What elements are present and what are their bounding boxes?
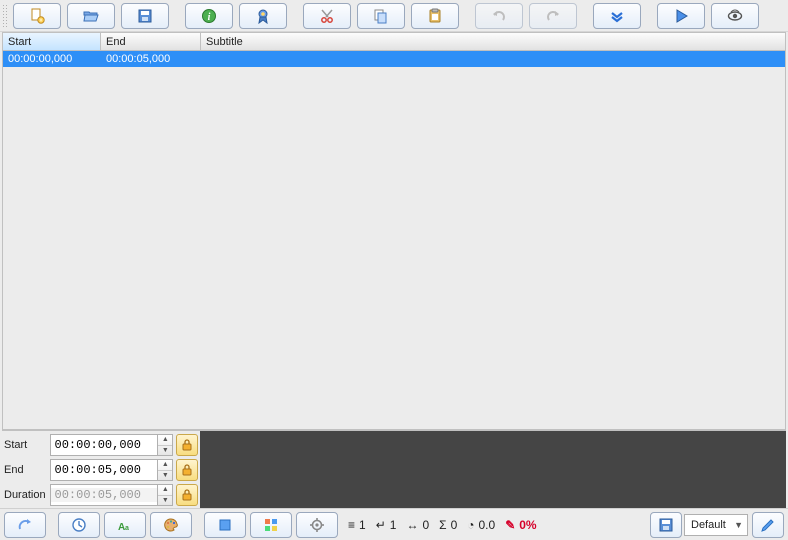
palette-icon [163, 517, 179, 533]
grid-header: Start End Subtitle [3, 33, 785, 51]
end-label: End [4, 464, 50, 476]
expand-icon [609, 8, 625, 24]
video-preview[interactable] [200, 431, 786, 508]
end-lock-button[interactable] [176, 459, 198, 481]
bottom-bar: Aa ≡ 1 ↵ 1 ↔ 0 Σ0 ◔ 0.0 ✎ 0% Default ▼ [0, 508, 788, 540]
settings-button[interactable] [296, 512, 338, 538]
copy-button[interactable] [357, 3, 405, 29]
font-button[interactable]: Aa [104, 512, 146, 538]
copy-icon [373, 8, 389, 24]
sigma-icon: Σ [439, 518, 446, 532]
style-dropdown[interactable]: Default ▼ [684, 514, 748, 536]
cell-subtitle [201, 51, 785, 67]
lower-panel: Start ▲▼ End ▲▼ Duration ▲▼ [2, 430, 786, 508]
lines-icon: ≡ [348, 518, 355, 532]
info-icon: i [201, 8, 217, 24]
grid-body[interactable]: 00:00:00,000 00:00:05,000 [3, 51, 785, 429]
end-time-input[interactable] [51, 463, 158, 477]
preview-button[interactable] [711, 3, 759, 29]
edit-style-button[interactable] [752, 512, 784, 538]
clock-icon [71, 517, 87, 533]
ribbon-icon [255, 8, 271, 24]
box-icon [217, 517, 233, 533]
new-file-button[interactable] [13, 3, 61, 29]
toolbar-grip[interactable] [2, 4, 8, 28]
svg-text:i: i [208, 12, 211, 23]
paste-button[interactable] [411, 3, 459, 29]
open-file-button[interactable] [67, 3, 115, 29]
main-toolbar: i [0, 0, 788, 32]
folder-open-icon [83, 8, 99, 24]
timer-icon: ◔ [467, 518, 474, 532]
eye-icon [727, 8, 743, 24]
cell-start: 00:00:00,000 [3, 51, 101, 67]
cut-button[interactable] [303, 3, 351, 29]
redo-button[interactable] [529, 3, 577, 29]
table-row[interactable]: 00:00:00,000 00:00:05,000 [3, 51, 785, 67]
colors-button[interactable] [150, 512, 192, 538]
character-button[interactable] [239, 3, 287, 29]
pencil-icon [760, 517, 776, 533]
error-icon: ✎ [505, 518, 515, 532]
time-panel: Start ▲▼ End ▲▼ Duration ▲▼ [2, 431, 200, 508]
font-icon: Aa [117, 517, 133, 533]
undo-button[interactable] [475, 3, 523, 29]
paste-icon [427, 8, 443, 24]
end-time-field[interactable] [50, 459, 159, 481]
grid-icon [263, 517, 279, 533]
info-button[interactable]: i [185, 3, 233, 29]
save-style-button[interactable] [650, 512, 682, 538]
chevron-down-icon: ▼ [734, 520, 743, 530]
duration-time-input [51, 488, 158, 502]
undo-icon [491, 8, 507, 24]
lock-icon [181, 464, 193, 476]
stats-panel: ≡ 1 ↵ 1 ↔ 0 Σ0 ◔ 0.0 ✎ 0% [348, 518, 543, 532]
lines-value: 1 [359, 518, 366, 532]
start-label: Start [4, 439, 50, 451]
save-icon [137, 8, 153, 24]
duration-spinner[interactable]: ▲▼ [157, 484, 173, 506]
file-new-icon [29, 8, 45, 24]
save-file-button[interactable] [121, 3, 169, 29]
subtitle-grid: Start End Subtitle 00:00:00,000 00:00:05… [2, 32, 786, 430]
timing-button[interactable] [58, 512, 100, 538]
start-time-field[interactable] [50, 434, 159, 456]
column-end[interactable]: End [101, 33, 201, 50]
redo-icon [545, 8, 561, 24]
column-subtitle[interactable]: Subtitle [201, 33, 785, 50]
expand-button[interactable] [593, 3, 641, 29]
svg-text:a: a [125, 525, 129, 532]
start-spinner[interactable]: ▲▼ [157, 434, 173, 456]
lock-icon [181, 439, 193, 451]
box-button[interactable] [204, 512, 246, 538]
maxline-value: 0 [422, 518, 429, 532]
play-icon [673, 8, 689, 24]
lock-icon [181, 489, 193, 501]
grid-button[interactable] [250, 512, 292, 538]
start-lock-button[interactable] [176, 434, 198, 456]
duration-label: Duration [4, 489, 50, 501]
end-spinner[interactable]: ▲▼ [157, 459, 173, 481]
cut-icon [319, 8, 335, 24]
width-icon: ↔ [406, 518, 418, 532]
gear-icon [309, 517, 325, 533]
style-selected: Default [691, 519, 726, 531]
jump-button[interactable] [4, 512, 46, 538]
start-time-input[interactable] [51, 438, 158, 452]
total-value: 0 [451, 518, 458, 532]
cpl-value: 1 [390, 518, 397, 532]
jump-icon [17, 517, 33, 533]
duration-lock-button[interactable] [176, 484, 198, 506]
save-icon [658, 517, 674, 533]
cps-value: 0.0 [479, 518, 496, 532]
error-value: 0% [519, 518, 536, 532]
duration-time-field [50, 484, 159, 506]
cell-end: 00:00:05,000 [101, 51, 201, 67]
column-start[interactable]: Start [3, 33, 101, 50]
play-button[interactable] [657, 3, 705, 29]
return-icon: ↵ [376, 518, 386, 532]
